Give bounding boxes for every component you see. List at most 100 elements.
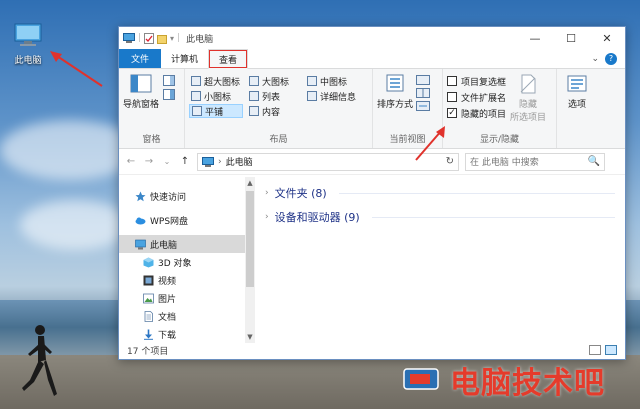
new-folder-icon[interactable] [157,33,168,44]
desktop-icon-label: 此电脑 [14,56,42,66]
details-pane-icon[interactable] [163,89,176,100]
size-columns-icon[interactable] [416,101,431,111]
layout-item-icon [307,91,317,101]
runner-silhouette [22,325,57,396]
cube-icon [143,257,154,267]
layout-item-icon [249,91,259,101]
layout-extra-large-icons[interactable]: 超大图标 [189,74,243,88]
layout-item-label: 列表 [262,92,281,103]
nav-item-3d-objects[interactable]: 3D 对象 [119,253,255,271]
details-view-icon[interactable] [589,345,601,355]
path-separator-icon: › [218,156,222,167]
forward-button[interactable]: → [143,156,155,167]
group-show-hide: 项目复选框 文件扩展名 ✓ 隐藏的项目 隐藏 所选项目 显示/隐藏 [443,69,557,148]
layout-item-label: 平铺 [205,107,224,118]
group-by-icon[interactable] [416,75,431,85]
computer-icon [135,239,146,249]
hide-selected-label-2: 所选项目 [510,113,547,123]
layout-item-icon [249,106,259,116]
group-label-layout: 布局 [269,135,288,145]
item-checkboxes-option[interactable]: 项目复选框 [447,73,506,89]
window-title: 此电脑 [186,34,214,45]
group-header-devices[interactable]: › 设备和驱动器 (9) [265,205,615,229]
expand-ribbon-icon[interactable]: ⌄ [591,54,599,64]
minimize-button[interactable]: — [517,27,553,49]
recent-locations-button[interactable]: ⌄ [161,157,173,166]
computer-icon [14,23,42,46]
nav-item-quick-access[interactable]: 快速访问 [119,187,255,205]
file-extensions-option[interactable]: 文件扩展名 [447,89,506,105]
layout-details[interactable]: 详细信息 [305,89,359,103]
group-panes: 导航窗格 窗格 [119,69,185,148]
watermark-logo [403,368,439,390]
layout-small-icons[interactable]: 小图标 [189,89,243,103]
address-path: 此电脑 [225,158,253,168]
layout-list[interactable]: 列表 [247,89,301,103]
cloud-decoration [20,200,130,250]
options-button[interactable]: 选项 [561,73,593,110]
layout-item-icon [249,76,259,86]
nav-scrollbar[interactable]: ▲ ▼ [245,177,255,343]
nav-item-wps-cloud[interactable]: WPS网盘 [119,211,255,229]
separator: | [138,33,142,43]
maximize-button[interactable]: ☐ [553,27,589,49]
chevron-right-icon: › [265,188,269,198]
desktop-this-pc-icon[interactable]: 此电脑 [8,22,48,66]
layout-large-icons[interactable]: 大图标 [247,74,301,88]
item-checkboxes-checkbox[interactable] [447,76,457,86]
group-layout: 超大图标 大图标 中图标 小图标 列表 详细信息 平铺 内容 布局 [185,69,373,148]
group-options: 选项 [557,69,597,148]
qa-dropdown-icon[interactable]: ▾ [170,34,174,43]
back-button[interactable]: ← [125,156,137,167]
layout-item-label: 详细信息 [320,92,357,103]
tab-file[interactable]: 文件 [119,49,162,68]
content-pane: › 文件夹 (8) › 设备和驱动器 (9) [255,177,625,343]
nav-item-videos[interactable]: 视频 [119,271,255,289]
nav-item-this-pc[interactable]: 此电脑 [119,235,255,253]
file-extensions-checkbox[interactable] [447,92,457,102]
layout-item-label: 内容 [262,107,281,118]
nav-item-label: 此电脑 [150,240,178,251]
layout-content[interactable]: 内容 [247,104,301,118]
ribbon-view: 导航窗格 窗格 超大图标 大图标 中图标 小图标 列表 详细信息 平铺 内容 布… [119,69,625,149]
search-input[interactable]: 在 此电脑 中搜索 🔍 [465,152,605,171]
scroll-down-icon[interactable]: ▼ [245,333,255,341]
download-icon [144,329,153,340]
preview-pane-icon[interactable] [163,75,176,86]
layout-tiles[interactable]: 平铺 [189,104,243,118]
large-icons-view-icon[interactable] [605,345,617,355]
scroll-thumb[interactable] [246,191,254,287]
hide-selected-items-button[interactable]: 隐藏 所选项目 [510,73,546,123]
properties-icon[interactable] [144,32,155,44]
add-columns-icon[interactable] [416,88,431,98]
tab-view[interactable]: 查看 [208,49,249,69]
layout-item-icon [192,106,202,116]
sort-icon [386,74,404,92]
options-icon [567,75,587,92]
video-icon [143,275,154,285]
help-icon[interactable]: ? [605,52,617,65]
layout-medium-icons[interactable]: 中图标 [305,74,359,88]
nav-item-pictures[interactable]: 图片 [119,289,255,307]
ribbon-help-area: ⌄ ? [591,49,625,68]
navigation-pane-button[interactable]: 导航窗格 [123,73,159,110]
search-icon[interactable]: 🔍 [588,156,600,167]
nav-item-documents[interactable]: 文档 [119,307,255,325]
close-button[interactable]: ✕ [589,27,625,49]
layout-item-label: 小图标 [204,92,232,103]
group-header-label: 文件夹 (8) [274,187,327,200]
picture-icon [143,293,154,303]
up-button[interactable]: ↑ [179,156,191,167]
nav-item-label: 3D 对象 [158,258,192,269]
chevron-right-icon: › [265,212,269,222]
tab-computer[interactable]: 计算机 [161,49,208,68]
title-bar: | ▾ | 此电脑 — ☐ ✕ [119,27,625,49]
scroll-up-icon[interactable]: ▲ [245,179,255,187]
group-header-folders[interactable]: › 文件夹 (8) [265,181,615,205]
hidden-items-option[interactable]: ✓ 隐藏的项目 [447,105,506,121]
sort-by-button[interactable]: 排序方式 [377,73,413,111]
item-checkboxes-label: 项目复选框 [461,77,507,88]
group-label-show-hide: 显示/隐藏 [479,135,520,145]
nav-item-label: WPS网盘 [150,216,189,227]
hidden-items-checkbox[interactable]: ✓ [447,108,457,118]
